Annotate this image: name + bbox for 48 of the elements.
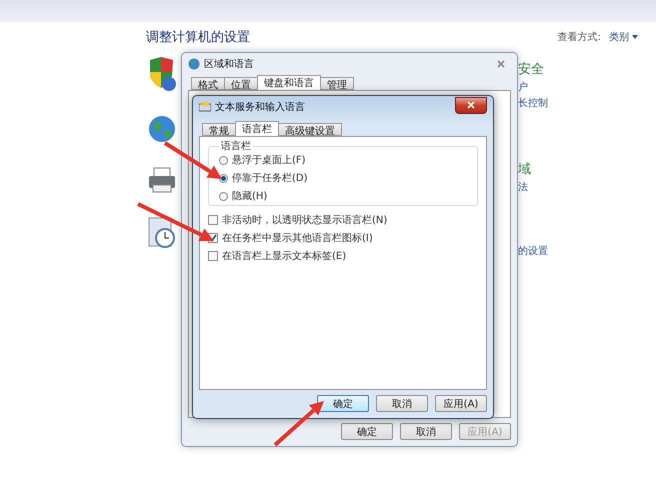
radio-button[interactable]	[219, 192, 228, 200]
category-link[interactable]: 的设置	[518, 244, 548, 258]
category-link[interactable]: 长控制	[518, 96, 548, 110]
dialog-button[interactable]: 取消	[376, 395, 428, 412]
group-title: 语言栏	[220, 140, 252, 153]
tab[interactable]: 管理	[320, 77, 354, 90]
dialog-button[interactable]: 取消	[400, 423, 452, 440]
close-icon	[467, 101, 475, 109]
globe-icon	[147, 114, 177, 144]
close-button[interactable]	[455, 96, 487, 114]
radio-button[interactable]	[219, 156, 228, 164]
checkbox[interactable]	[208, 251, 218, 261]
tab[interactable]: 格式	[191, 77, 225, 90]
caret-icon	[632, 35, 638, 39]
dialog-button[interactable]: 确定	[317, 395, 369, 412]
checkbox[interactable]	[208, 215, 218, 225]
checkbox-label: 在任务栏中显示其他语言栏图标(I)	[222, 232, 373, 245]
close-icon	[497, 60, 505, 68]
tab[interactable]: 高级键设置	[278, 123, 342, 136]
category-link[interactable]: 户	[518, 80, 548, 94]
page-title: 调整计算机的设置	[146, 29, 250, 46]
view-by-label: 查看方式:	[558, 30, 601, 44]
tab[interactable]: 位置	[224, 77, 258, 90]
checkbox-label: 在语言栏上显示文本标签(E)	[222, 250, 346, 263]
arrow	[274, 401, 324, 446]
category-heading[interactable]: 域	[518, 160, 548, 178]
dialog-button[interactable]: 确定	[341, 423, 393, 440]
dialog-button[interactable]: 应用(A)	[435, 395, 487, 412]
dialog-title: 文本服务和输入语言	[215, 100, 305, 114]
tab[interactable]: 常规	[202, 123, 236, 136]
view-by-dropdown[interactable]: 类别	[609, 30, 629, 44]
radio-label: 悬浮于桌面上(F)	[232, 154, 306, 167]
tab[interactable]: 语言栏	[235, 121, 279, 136]
category-link[interactable]: 法	[518, 180, 548, 194]
radio-label: 停靠于任务栏(D)	[232, 172, 308, 185]
shield-icon	[147, 56, 177, 92]
keyboard-icon	[199, 101, 211, 113]
dialog-title: 区域和语言	[204, 58, 254, 71]
category-heading[interactable]: 安全	[518, 60, 548, 78]
clock-icon	[147, 216, 177, 250]
checkbox-label: 非活动时，以透明状态显示语言栏(N)	[222, 214, 388, 227]
globe-icon	[188, 58, 200, 70]
tab[interactable]: 键盘和语言	[257, 75, 321, 90]
printer-icon	[147, 166, 177, 194]
radio-label: 隐藏(H)	[232, 190, 268, 203]
radio-button[interactable]	[219, 174, 228, 182]
arrow	[164, 141, 222, 179]
check-icon	[209, 234, 217, 242]
